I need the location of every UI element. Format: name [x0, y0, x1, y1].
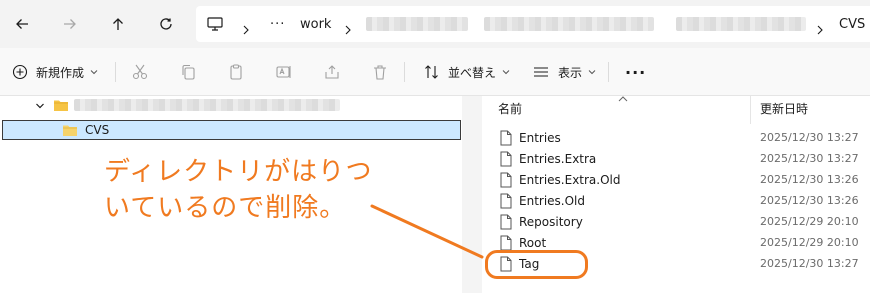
- annotation-circle: [485, 250, 588, 279]
- annotation-arrow: [370, 204, 484, 259]
